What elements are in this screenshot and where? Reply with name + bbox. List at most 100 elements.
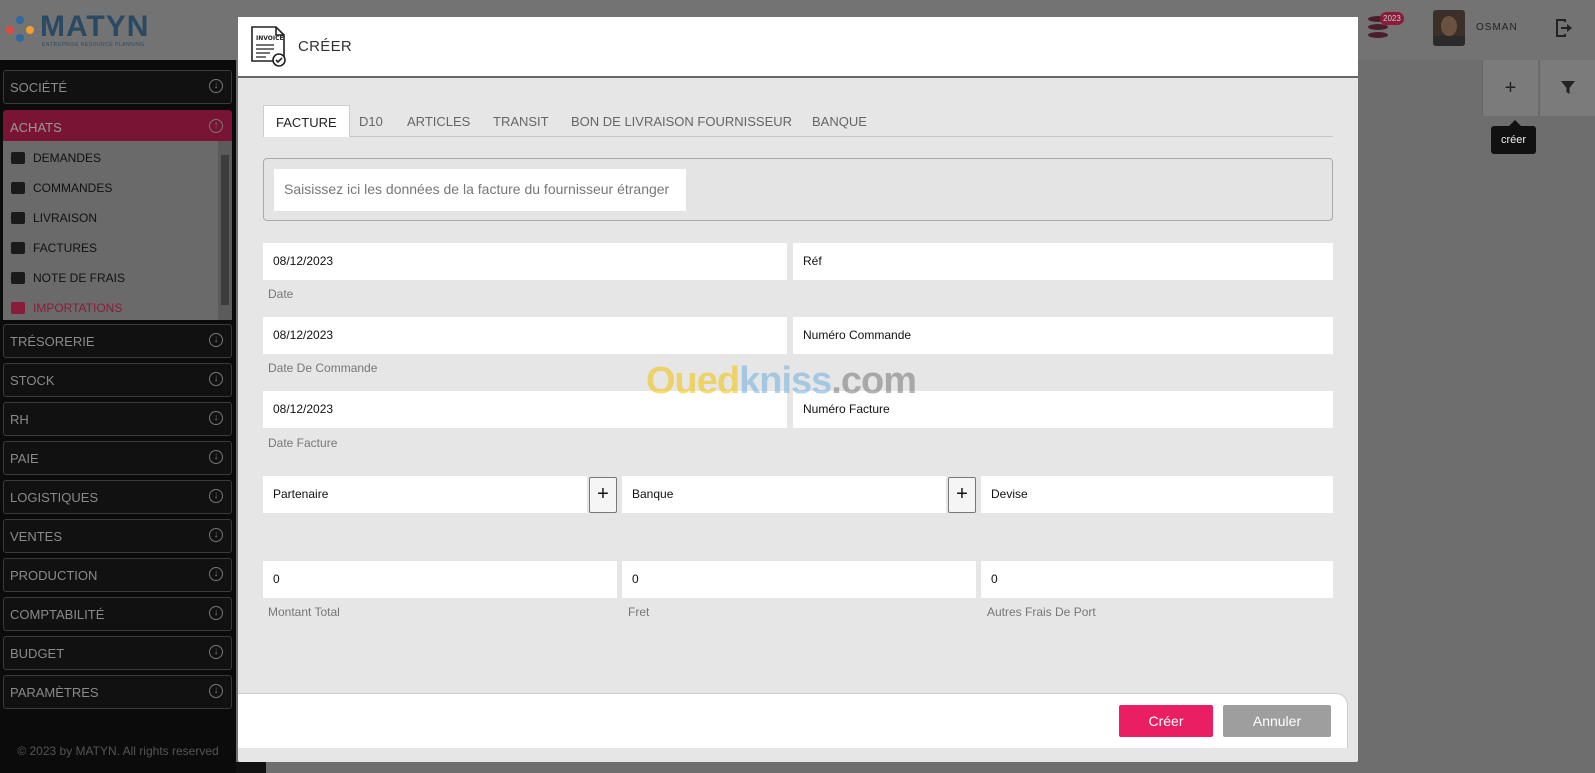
sidebar-item-logistiques[interactable]: LOGISTIQUES ↓ [3, 480, 232, 514]
logo-name: MATYN [40, 10, 150, 43]
date-field[interactable]: 08/12/2023 [263, 243, 787, 280]
chevron-down-icon: ↓ [209, 411, 223, 425]
logo-mark [6, 12, 36, 46]
filter-icon [1560, 81, 1575, 94]
date-commande-field[interactable]: 08/12/2023 [263, 317, 787, 354]
chevron-down-icon: ↓ [209, 450, 223, 464]
chevron-down-icon: ↓ [209, 79, 223, 93]
modal-footer: Créer Annuler [238, 693, 1348, 748]
sidebar-item-label: PAIE [10, 451, 39, 466]
cart-icon [11, 182, 25, 194]
partenaire-select[interactable]: Partenaire [263, 476, 587, 513]
plus-icon: + [597, 483, 609, 505]
description-panel: Saisissez ici les données de la facture … [263, 158, 1333, 221]
sidebar-item-label: BUDGET [10, 646, 65, 661]
chevron-down-icon: ↓ [209, 333, 223, 347]
montant-total-field[interactable]: 0 [263, 561, 617, 598]
chevron-down-icon: ↓ [209, 684, 223, 698]
tab-facture[interactable]: FACTURE [263, 105, 350, 137]
sidebar-item-parametres[interactable]: PARAMÈTRES ↓ [3, 675, 232, 709]
sub-item-label: FACTURES [33, 241, 98, 255]
autres-frais-field[interactable]: 0 [981, 561, 1333, 598]
invoice-icon-label: INVOICE [256, 35, 284, 42]
sidebar-item-tresorerie[interactable]: TRÉSORERIE ↓ [3, 324, 232, 358]
avatar[interactable] [1433, 10, 1465, 46]
sub-item-label: LIVRAISON [33, 211, 98, 225]
sidebar-item-stock[interactable]: STOCK ↓ [3, 363, 232, 397]
receipt-icon [11, 272, 25, 284]
sidebar-item-label: ACHATS [10, 120, 62, 135]
invoice-icon: INVOICE [251, 26, 286, 67]
devise-select[interactable]: Devise [981, 476, 1333, 513]
sub-item-demandes[interactable]: DEMANDES [11, 151, 101, 165]
notification-badge: 2023 [1380, 12, 1404, 25]
chevron-down-icon: ↓ [209, 489, 223, 503]
sidebar-item-paie[interactable]: PAIE ↓ [3, 441, 232, 475]
logo-tagline: ENTREPRISE RESOURCE PLANNING [42, 42, 145, 48]
tab-bar: FACTURE D10 ARTICLES TRANSIT BON DE LIVR… [263, 105, 1333, 137]
sidebar-item-rh[interactable]: RH ↓ [3, 402, 232, 436]
submenu-scrollbar[interactable] [218, 141, 232, 320]
clipboard-icon [11, 212, 25, 224]
sidebar-item-label: LOGISTIQUES [10, 490, 99, 505]
plus-icon: + [1504, 77, 1517, 99]
clipboard-icon [11, 302, 25, 314]
sidebar-footer: © 2023 by MATYN. All rights reserved [17, 744, 219, 758]
bottom-strip [236, 762, 266, 773]
tab-d10[interactable]: D10 [347, 105, 395, 137]
ref-field[interactable]: Réf [793, 243, 1333, 280]
date-commande-label: Date De Commande [268, 361, 378, 375]
chevron-down-icon: ↓ [209, 645, 223, 659]
banque-select[interactable]: Banque [622, 476, 946, 513]
sidebar-item-societe[interactable]: SOCIÉTÉ ↓ [3, 70, 232, 104]
sub-item-livraison[interactable]: LIVRAISON [11, 211, 97, 225]
tab-transit[interactable]: TRANSIT [481, 105, 561, 137]
sidebar-item-label: PRODUCTION [10, 568, 98, 583]
create-button[interactable]: Créer [1119, 705, 1213, 737]
scrollbar-thumb[interactable] [221, 155, 229, 305]
watermark-part: kniss [739, 360, 832, 402]
tab-banque[interactable]: BANQUE [800, 105, 879, 137]
sidebar-item-production[interactable]: PRODUCTION ↓ [3, 558, 232, 592]
sub-item-label: DEMANDES [33, 151, 102, 165]
numero-commande-field[interactable]: Numéro Commande [793, 317, 1333, 354]
tab-articles[interactable]: ARTICLES [395, 105, 482, 137]
date-label: Date [268, 287, 294, 301]
sub-item-note-de-frais[interactable]: NOTE DE FRAIS [11, 271, 125, 285]
plus-icon: + [956, 483, 968, 505]
sub-item-label: IMPORTATIONS [33, 301, 123, 315]
modal-header: INVOICE CRÉER [238, 17, 1358, 78]
chevron-down-icon: ↓ [209, 606, 223, 620]
sub-item-importations[interactable]: IMPORTATIONS [11, 301, 122, 315]
date-facture-label: Date Facture [268, 436, 338, 450]
logout-icon[interactable] [1553, 16, 1577, 40]
sub-item-commandes[interactable]: COMMANDES [11, 181, 112, 195]
sidebar-item-label: PARAMÈTRES [10, 685, 99, 700]
sidebar-item-achats[interactable]: ACHATS ↑ [3, 110, 232, 144]
add-partenaire-button[interactable]: + [589, 477, 617, 513]
app-logo[interactable]: MATYN ENTREPRISE RESOURCE PLANNING [6, 12, 149, 48]
tab-bon-de-livraison[interactable]: BON DE LIVRAISON FOURNISSEUR [559, 105, 804, 137]
sidebar-item-label: RH [10, 412, 29, 427]
sidebar-item-label: STOCK [10, 373, 55, 388]
add-banque-button[interactable]: + [948, 477, 976, 513]
watermark-part: .com [831, 360, 917, 402]
sidebar-item-ventes[interactable]: VENTES ↓ [3, 519, 232, 553]
add-button[interactable]: + [1482, 60, 1538, 116]
tooltip: créer [1491, 120, 1537, 154]
filter-button[interactable] [1539, 60, 1595, 116]
sidebar-item-label: TRÉSORERIE [10, 334, 95, 349]
fret-field[interactable]: 0 [622, 561, 976, 598]
description-text: Saisissez ici les données de la facture … [274, 169, 686, 211]
inbox-icon [11, 152, 25, 164]
modal-title: CRÉER [298, 38, 353, 55]
chevron-down-icon: ↓ [209, 567, 223, 581]
sidebar-item-label: VENTES [10, 529, 63, 544]
chevron-down-icon: ↓ [209, 528, 223, 542]
sub-item-factures[interactable]: FACTURES [11, 241, 97, 255]
chevron-up-icon: ↑ [209, 119, 223, 133]
sidebar-item-budget[interactable]: BUDGET ↓ [3, 636, 232, 670]
user-name[interactable]: OSMAN [1476, 22, 1518, 33]
cancel-button[interactable]: Annuler [1223, 705, 1331, 737]
sidebar-item-comptabilite[interactable]: COMPTABILITÉ ↓ [3, 597, 232, 631]
